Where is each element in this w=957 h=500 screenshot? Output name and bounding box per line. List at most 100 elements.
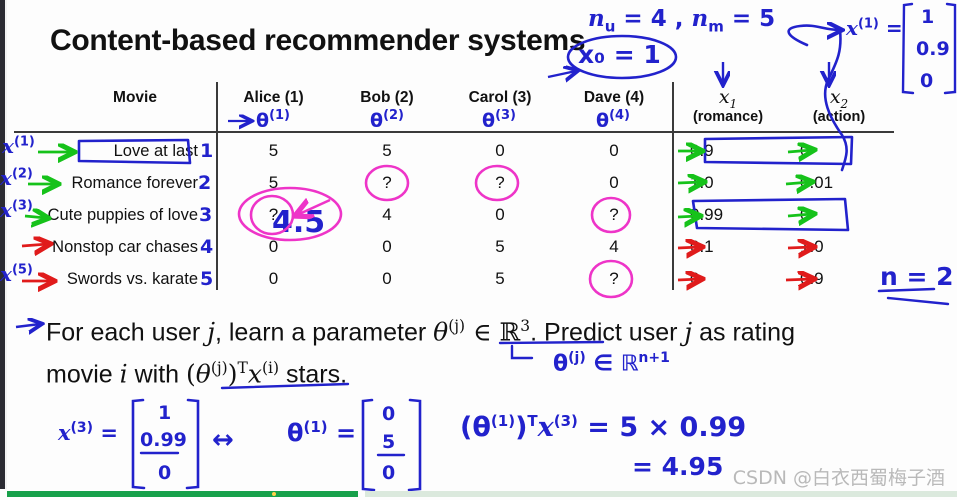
calc-transpose: T bbox=[527, 412, 538, 430]
table-header-rule bbox=[14, 131, 894, 133]
calc-x: x bbox=[537, 412, 554, 443]
math-j2: j bbox=[684, 317, 693, 347]
table-cell: 0 bbox=[609, 173, 619, 192]
annotation-theta1-v2: 0 bbox=[382, 462, 396, 484]
table-cell: 5 bbox=[495, 237, 505, 256]
table-cell-feature: 0.1 bbox=[690, 237, 714, 256]
theta1-sup: (1) bbox=[303, 418, 328, 436]
annotation-dot-product-expression: (θ(1))Tx(3) = 5 × 0.99 bbox=[460, 412, 746, 443]
calc-paren-open: ( bbox=[460, 412, 473, 443]
body-text-fragment: with bbox=[127, 360, 186, 389]
column-header-x2: x2 (action) bbox=[784, 86, 894, 125]
x1-label: (romance) bbox=[692, 108, 764, 125]
table-cell-feature: 0.9 bbox=[800, 269, 824, 288]
table-cell: 0 bbox=[495, 205, 505, 224]
slide-canvas: Content-based recommender systems Movie … bbox=[0, 0, 957, 500]
table-row: Cute puppies of love bbox=[47, 206, 198, 224]
column-header-carol: Carol (3) bbox=[468, 89, 532, 106]
table-cell: 4 bbox=[609, 237, 619, 256]
math-theta-sup: (j) bbox=[448, 317, 466, 335]
calc-paren-close: ) bbox=[515, 412, 528, 443]
math-in: ∈ bbox=[465, 317, 500, 347]
ink-bracket-right-x3 bbox=[185, 398, 200, 490]
table-row: Love at last bbox=[113, 142, 198, 160]
table-cell: ? bbox=[495, 173, 505, 192]
table-cell-feature: 0.9 bbox=[690, 141, 714, 160]
table-cell: 0 bbox=[268, 237, 279, 256]
table-cell-feature: 0.99 bbox=[690, 205, 724, 224]
table-cell: ? bbox=[382, 173, 392, 192]
annotation-x3-v0: 1 bbox=[158, 402, 172, 424]
body-line-1: For each user j, learn a parameter θ(j) … bbox=[46, 308, 946, 350]
table-cell: 0 bbox=[382, 269, 392, 288]
ink-bracket-left-theta1 bbox=[361, 398, 376, 492]
annotation-theta1-label: θ(1) = bbox=[287, 418, 356, 447]
math-transpose: T bbox=[237, 359, 248, 378]
annotation-x3-v2: 0 bbox=[158, 462, 172, 484]
calc-theta-sup: (1) bbox=[490, 412, 516, 430]
table-cell: 0 bbox=[495, 141, 505, 160]
calc-x-sup: (3) bbox=[553, 412, 578, 430]
table-cell: 4 bbox=[382, 205, 392, 224]
calc-theta: θ bbox=[472, 412, 491, 443]
math-j: j bbox=[207, 317, 215, 347]
annotation-x3-label: x(3) = bbox=[58, 420, 118, 445]
ink-bracket-right-theta1 bbox=[407, 398, 422, 492]
table-cell-feature: 0 bbox=[800, 141, 810, 160]
column-header-x1: x1 (romance) bbox=[672, 86, 784, 125]
ink-bracket-left-x3 bbox=[131, 398, 146, 490]
annotation-correspondence-arrow: ↔ bbox=[212, 425, 234, 455]
math-reals-dim: 3 bbox=[520, 317, 531, 335]
theta1-symbol: θ bbox=[287, 419, 304, 447]
body-text-fragment: movie bbox=[46, 360, 120, 389]
math-paren-close: ) bbox=[227, 359, 238, 389]
video-progress-fill[interactable] bbox=[7, 491, 358, 497]
math-theta2: θ bbox=[195, 359, 211, 389]
math-theta2-sup: (j) bbox=[210, 359, 228, 378]
column-header-dave: Dave (4) bbox=[583, 89, 645, 106]
table-row: Nonstop car chases bbox=[52, 238, 198, 256]
annotation-theta1-v1: 5 bbox=[382, 431, 396, 453]
x3-eq: = bbox=[93, 421, 118, 445]
table-cell-feature: 0 bbox=[800, 205, 810, 224]
body-paragraph: For each user j, learn a parameter θ(j) … bbox=[46, 308, 946, 393]
table-cell: 5 bbox=[268, 173, 279, 192]
table-cell: 5 bbox=[382, 141, 392, 160]
table-cell: 5 bbox=[268, 141, 279, 160]
body-text-fragment: , learn a parameter bbox=[214, 318, 434, 347]
table-cell: 0 bbox=[382, 237, 392, 256]
math-paren-open: ( bbox=[186, 359, 196, 389]
body-line-2: movie i with (θ(j))Tx(i) stars. bbox=[46, 350, 946, 392]
theta1-eq: = bbox=[327, 419, 357, 447]
calc-result-line1: = 5 × 0.99 bbox=[577, 412, 747, 443]
body-text-fragment: as rating bbox=[692, 318, 795, 347]
x2-label: (action) bbox=[812, 108, 866, 125]
column-header-bob: Bob (2) bbox=[360, 89, 414, 106]
body-text-fragment: . Predict user bbox=[530, 318, 685, 347]
math-reals: ℝ bbox=[499, 317, 521, 347]
table-cell: ? bbox=[609, 205, 619, 224]
table-cell-feature: 0.01 bbox=[800, 173, 834, 192]
math-theta: θ bbox=[433, 317, 449, 347]
video-progress-marker[interactable] bbox=[272, 492, 276, 496]
column-header-movie: Movie bbox=[113, 89, 157, 106]
annotation-dot-product-result: = 4.95 bbox=[632, 452, 724, 481]
table-row: Swords vs. karate bbox=[66, 270, 198, 288]
annotation-x3-v1: 0.99 bbox=[140, 429, 187, 451]
math-i: i bbox=[119, 359, 128, 389]
video-progress-gap bbox=[358, 491, 365, 497]
x1-symbol: x1 bbox=[718, 86, 738, 111]
x3-sup: (3) bbox=[70, 420, 94, 436]
x2-symbol: x2 bbox=[829, 86, 849, 111]
x3-symbol: x bbox=[58, 420, 71, 445]
body-text-fragment: For each user bbox=[46, 318, 208, 347]
math-x-sup: (i) bbox=[261, 359, 280, 378]
ink-arrow-to-paragraph bbox=[15, 324, 40, 327]
table-cell: 0 bbox=[609, 141, 619, 160]
table-row: Romance forever bbox=[71, 174, 198, 192]
annotation-theta1-v0: 0 bbox=[382, 403, 396, 425]
table-cell: ? bbox=[268, 205, 279, 224]
table-cell-feature: 1.0 bbox=[800, 237, 824, 256]
table-cell: 0 bbox=[268, 269, 279, 288]
table-cell: 5 bbox=[495, 269, 505, 288]
